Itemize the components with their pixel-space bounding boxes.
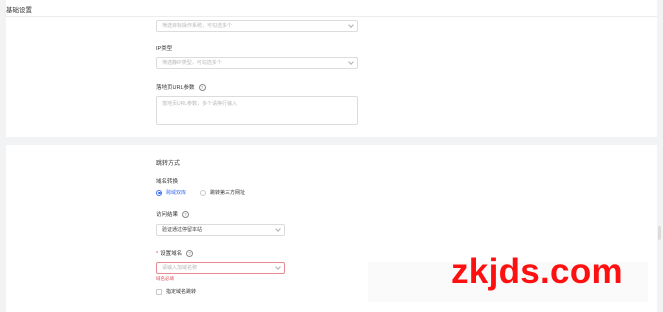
landing-url-params-textarea[interactable]: 落地页URL参数，多个请换行输入 <box>156 96 358 125</box>
radio-third-party-url[interactable]: 跳转第三方网址 <box>200 189 245 196</box>
ip-type-placeholder: 筛选静IP类型，可勾选多个 <box>162 60 222 66</box>
radio-label: 跳转第三方网址 <box>210 190 246 196</box>
radio-label: 跨域双库 <box>166 190 187 196</box>
domain-switch-radio-group: 跨域双库 跳转第三方网址 <box>156 189 245 196</box>
checkbox-box <box>156 288 162 295</box>
required-mark: * <box>156 251 159 257</box>
domain-switch-label: 域名转换 <box>156 179 179 185</box>
os-select-placeholder: 筛选目标操作系统，可勾选多个 <box>162 23 233 29</box>
redirect-title: 跳转方式 <box>156 161 181 167</box>
watermark: zkjds.com <box>451 252 623 291</box>
ip-type-label: IP类型 <box>156 46 173 52</box>
section-title: 基础设置 <box>6 7 32 14</box>
os-select[interactable]: 筛选目标操作系统，可勾选多个 <box>156 20 358 32</box>
landing-url-params-label-text: 落地页URL参数 <box>156 85 195 91</box>
scrollbar[interactable] <box>658 226 661 240</box>
divider <box>6 16 657 17</box>
set-domain-label-text: 设置域名 <box>160 251 183 257</box>
specify-domain-label: 指定域名跳转 <box>166 289 197 295</box>
chevron-down-icon <box>275 226 281 232</box>
fail-result-value: 验证通过停留本站 <box>162 227 203 233</box>
fail-result-label-text: 访问结果 <box>156 212 179 218</box>
radio-cross-domain[interactable]: 跨域双库 <box>156 189 186 196</box>
help-icon[interactable]: ? <box>186 250 194 258</box>
chevron-down-icon <box>348 22 354 28</box>
fail-result-label: 访问结果? <box>156 210 190 219</box>
help-icon[interactable]: ? <box>198 84 206 92</box>
set-domain-placeholder: 请输入加域名称 <box>162 265 198 271</box>
ip-type-select[interactable]: 筛选静IP类型，可勾选多个 <box>156 57 358 69</box>
chevron-down-icon <box>348 59 354 65</box>
radio-dot <box>200 189 207 196</box>
fail-result-select[interactable]: 验证通过停留本站 <box>156 224 285 236</box>
help-icon[interactable]: ? <box>182 211 190 219</box>
specify-domain-checkbox[interactable]: 指定域名跳转 <box>156 288 196 295</box>
radio-dot <box>156 189 162 196</box>
set-domain-label: * 设置域名? <box>156 249 194 258</box>
landing-url-params-placeholder: 落地页URL参数，多个请换行输入 <box>162 101 238 107</box>
landing-url-params-label: 落地页URL参数? <box>156 83 206 92</box>
chevron-down-icon <box>275 264 281 270</box>
set-domain-select[interactable]: 请输入加域名称 <box>156 262 285 274</box>
set-domain-error: 域名必填 <box>156 276 174 281</box>
